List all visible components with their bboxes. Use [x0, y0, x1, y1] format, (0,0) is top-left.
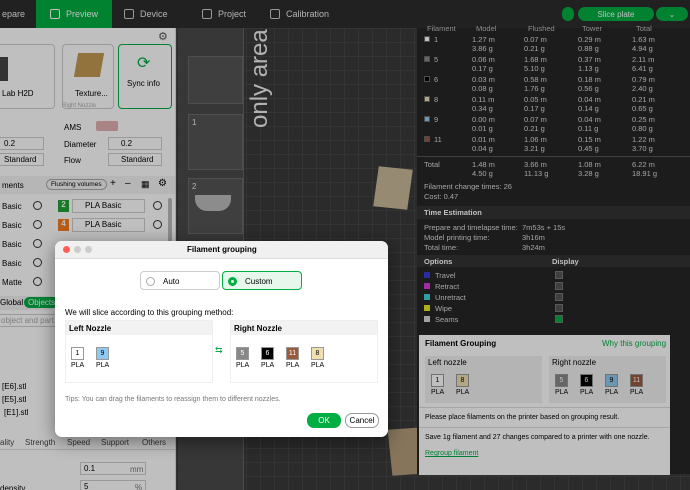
filament-material: PLA	[311, 362, 325, 369]
filament-grouping-dialog: Filament grouping Auto Custom We will sl…	[55, 241, 388, 437]
close-window-button[interactable]	[63, 246, 70, 253]
left-nozzle-box: Left Nozzle 1 PLA 9 PLA	[65, 320, 213, 383]
filament-swatch: 11	[286, 347, 299, 360]
filament-chip[interactable]: 9 PLA	[96, 347, 109, 369]
cancel-button[interactable]: Cancel	[345, 413, 379, 428]
filament-material: PLA	[96, 362, 110, 369]
filament-swatch: 9	[96, 347, 109, 360]
filament-material: PLA	[286, 362, 300, 369]
ok-button[interactable]: OK	[307, 413, 341, 428]
filament-chip[interactable]: 1 PLA	[71, 347, 84, 369]
right-nozzle-header: Right Nozzle	[231, 321, 377, 335]
minimize-window-button[interactable]	[74, 246, 81, 253]
right-nozzle-box: Right Nozzle 5 PLA 6 PLA 11 PLA 8 PLA	[230, 320, 378, 383]
filament-material: PLA	[71, 362, 85, 369]
filament-swatch: 5	[236, 347, 249, 360]
filament-material: PLA	[261, 362, 275, 369]
auto-option[interactable]: Auto	[140, 271, 220, 290]
filament-swatch: 8	[311, 347, 324, 360]
filament-chip[interactable]: 11 PLA	[286, 347, 299, 369]
dialog-titlebar: Filament grouping	[55, 241, 388, 259]
filament-swatch: 1	[71, 347, 84, 360]
filament-material: PLA	[236, 362, 250, 369]
zoom-window-button[interactable]	[85, 246, 92, 253]
radio-icon	[146, 277, 155, 286]
swap-icon: ⇆	[215, 345, 223, 355]
filament-swatch: 6	[261, 347, 274, 360]
filament-chip[interactable]: 6 PLA	[261, 347, 274, 369]
filament-chip[interactable]: 8 PLA	[311, 347, 324, 369]
filament-chip[interactable]: 5 PLA	[236, 347, 249, 369]
left-nozzle-header: Left Nozzle	[66, 321, 212, 335]
radio-selected-icon	[228, 277, 237, 286]
custom-option[interactable]: Custom	[222, 271, 302, 290]
